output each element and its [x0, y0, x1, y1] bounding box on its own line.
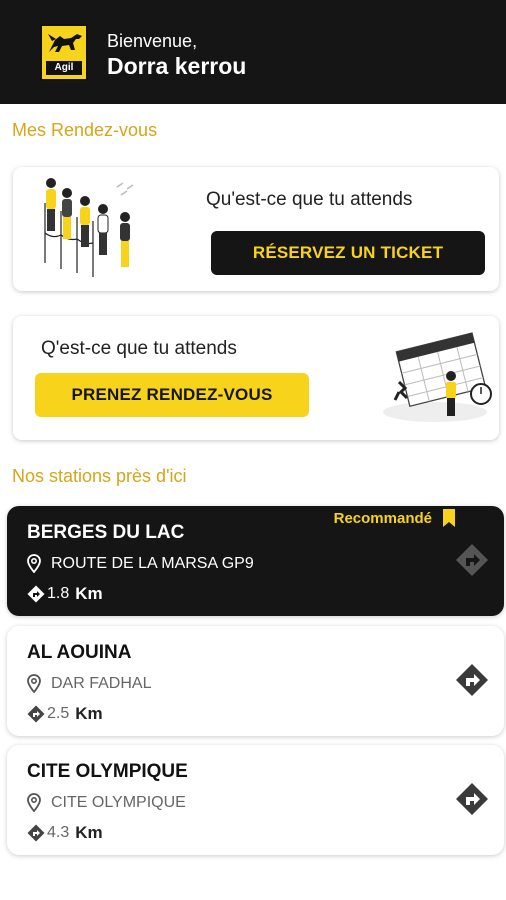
station-distance: 1.8 — [47, 585, 70, 602]
directions-diamond-icon — [27, 824, 45, 842]
station-name: AL AOUINA — [27, 642, 132, 663]
station-name: CITE OLYMPIQUE — [27, 761, 188, 782]
station-distance-row: 4.3 Km — [27, 823, 103, 843]
station-card[interactable]: CITE OLYMPIQUE CITE OLYMPIQUE 4.3 Km — [7, 745, 504, 855]
recommended-badge: Recommandé — [334, 509, 456, 527]
station-distance-unit: Km — [75, 823, 103, 842]
appointments-section-title: Mes Rendez-vous — [12, 120, 158, 140]
stations-section-title: Nos stations près d'ici — [12, 466, 187, 486]
appointment-prompt: Q'est-ce que tu attends — [41, 338, 237, 359]
location-pin-icon — [27, 793, 41, 812]
station-address-row: CITE OLYMPIQUE — [27, 793, 186, 812]
appointment-card: Q'est-ce que tu attends PRENEZ RENDEZ-VO… — [13, 316, 499, 440]
app-header: Agil Bienvenue, Dorra kerrou — [0, 0, 506, 104]
directions-diamond-icon — [27, 585, 45, 603]
station-distance-unit: Km — [75, 584, 103, 603]
station-card[interactable]: AL AOUINA DAR FADHAL 2.5 Km — [7, 626, 504, 736]
ticket-prompt: Qu'est-ce que tu attends — [206, 189, 413, 210]
calendar-illustration — [383, 332, 492, 422]
station-distance-row: 2.5 Km — [27, 704, 103, 724]
bookmark-icon — [443, 509, 455, 527]
directions-icon[interactable] — [455, 663, 489, 697]
queue-illustration — [44, 178, 134, 277]
station-distance-unit: Km — [75, 704, 103, 723]
welcome-text: Bienvenue, — [107, 31, 198, 51]
station-address-row: ROUTE DE LA MARSA GP9 — [27, 554, 254, 573]
station-distance-row: 1.8 Km — [27, 584, 103, 604]
location-pin-icon — [27, 674, 41, 693]
station-card[interactable]: Recommandé BERGES DU LAC ROUTE DE LA MAR… — [7, 506, 504, 616]
directions-icon[interactable] — [455, 782, 489, 816]
dog-logo-icon — [48, 34, 82, 52]
logo-text: Agil — [46, 61, 82, 75]
station-distance: 4.3 — [47, 824, 70, 841]
recommended-label: Recommandé — [333, 509, 432, 527]
station-name: BERGES DU LAC — [27, 522, 185, 543]
station-distance: 2.5 — [47, 705, 70, 722]
station-address: ROUTE DE LA MARSA GP9 — [51, 554, 254, 572]
location-pin-icon — [27, 554, 41, 573]
user-name: Dorra kerrou — [107, 53, 247, 79]
book-appointment-button[interactable]: PRENEZ RENDEZ-VOUS — [35, 373, 309, 417]
ticket-card: Qu'est-ce que tu attends RÉSERVEZ UN TIC… — [13, 167, 499, 291]
directions-icon[interactable] — [455, 543, 489, 577]
reserve-ticket-button[interactable]: RÉSERVEZ UN TICKET — [211, 231, 485, 275]
station-address: CITE OLYMPIQUE — [51, 793, 186, 811]
agil-logo: Agil — [40, 24, 88, 81]
station-address: DAR FADHAL — [51, 674, 152, 692]
directions-diamond-icon — [27, 705, 45, 723]
station-address-row: DAR FADHAL — [27, 674, 151, 693]
